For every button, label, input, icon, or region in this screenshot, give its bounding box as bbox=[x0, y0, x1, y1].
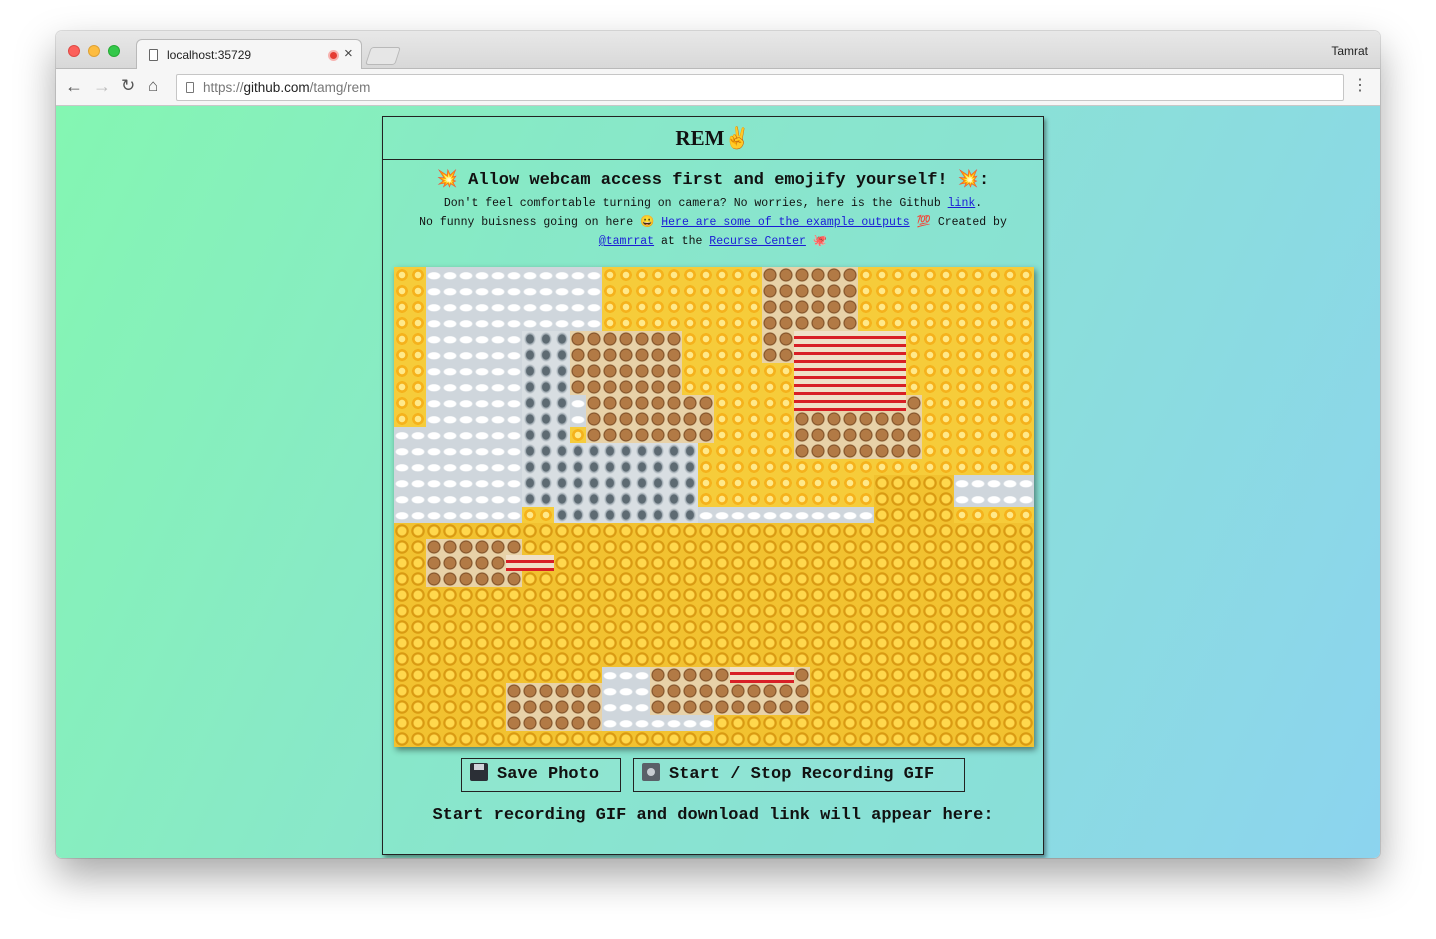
page-title: REM✌ bbox=[383, 117, 1043, 160]
heading-text: Allow webcam access first and emojify yo… bbox=[468, 171, 948, 190]
github-link[interactable]: link bbox=[948, 197, 976, 210]
back-arrow-icon[interactable]: ← bbox=[65, 76, 83, 96]
laughing-emoji-region bbox=[874, 475, 954, 523]
page-viewport: REM✌ 💥 Allow webcam access first and emo… bbox=[56, 106, 1380, 858]
hundred-emoji-region bbox=[506, 555, 554, 571]
tab-close-icon[interactable]: × bbox=[344, 45, 353, 62]
victory-hand-icon: ✌ bbox=[724, 126, 751, 150]
reload-icon[interactable]: ↻ bbox=[121, 76, 135, 96]
record-gif-button[interactable]: Start / Stop Recording GIF bbox=[633, 758, 965, 792]
app-container: REM✌ 💥 Allow webcam access first and emo… bbox=[382, 116, 1044, 855]
save-photo-label: Save Photo bbox=[497, 765, 600, 784]
author-link[interactable]: @tamrrat bbox=[599, 235, 654, 248]
url-host: github.com bbox=[243, 80, 310, 95]
line1-period: . bbox=[975, 197, 983, 210]
url-text[interactable]: https://github.com/tamg/rem bbox=[203, 80, 370, 95]
forward-arrow-icon[interactable]: → bbox=[93, 76, 111, 96]
browser-tab[interactable]: localhost:35729 × bbox=[136, 39, 362, 70]
collision-icon: 💥 bbox=[957, 171, 980, 190]
at-the-text: at the bbox=[660, 235, 703, 248]
record-gif-label: Start / Stop Recording GIF bbox=[669, 765, 935, 784]
address-bar[interactable]: https://github.com/tamg/rem bbox=[176, 74, 1344, 101]
description-line2: No funny buisness going on here bbox=[419, 216, 634, 229]
video-camera-icon bbox=[642, 763, 660, 781]
close-window-button[interactable] bbox=[68, 45, 80, 57]
hundred-emoji-region bbox=[794, 331, 906, 411]
minimize-window-button[interactable] bbox=[88, 45, 100, 57]
tab-title: localhost:35729 bbox=[167, 48, 252, 62]
action-buttons: Save Photo Start / Stop Recording GIF bbox=[383, 758, 1043, 792]
title-bar: localhost:35729 × Tamrat bbox=[56, 31, 1380, 70]
example-outputs-link[interactable]: Here are some of the example outputs bbox=[661, 216, 909, 229]
home-icon[interactable]: ⌂ bbox=[148, 76, 158, 96]
recording-indicator-icon bbox=[328, 50, 339, 61]
page-icon bbox=[149, 49, 158, 61]
monkey-emoji-region bbox=[586, 395, 714, 443]
menu-icon[interactable]: ⋮ bbox=[1352, 77, 1368, 95]
cloud-emoji-region bbox=[954, 475, 1034, 507]
hundred-points-icon: 💯 bbox=[916, 216, 931, 229]
url-scheme: https:// bbox=[203, 80, 244, 95]
url-path: /tamg/rem bbox=[309, 80, 371, 95]
page-icon bbox=[186, 82, 194, 93]
profile-name[interactable]: Tamrat bbox=[1331, 44, 1368, 58]
floppy-disk-icon bbox=[470, 763, 488, 781]
description-text: Don't feel comfortable turning on camera… bbox=[383, 194, 1043, 251]
cloud-emoji-region bbox=[394, 427, 522, 523]
browser-window: localhost:35729 × Tamrat ← → ↻ ⌂ https:/… bbox=[56, 31, 1380, 858]
new-tab-button[interactable] bbox=[365, 47, 401, 65]
emoji-canvas bbox=[394, 267, 1034, 747]
created-by-text: Created by bbox=[937, 216, 1007, 229]
gif-status-text: Start recording GIF and download link wi… bbox=[432, 806, 994, 825]
octopus-icon: 🐙 bbox=[812, 235, 828, 248]
monkey-emoji-region bbox=[506, 683, 602, 731]
main-heading: 💥 Allow webcam access first and emojify … bbox=[383, 170, 1043, 192]
collision-icon: 💥 bbox=[436, 171, 458, 190]
recurse-center-link[interactable]: Recurse Center bbox=[709, 235, 806, 248]
monkey-emoji-region bbox=[570, 331, 682, 395]
heading-colon: : bbox=[979, 171, 990, 190]
hundred-emoji-region bbox=[730, 667, 794, 683]
browser-toolbar: ← → ↻ ⌂ https://github.com/tamg/rem ⋮ bbox=[56, 69, 1380, 106]
maximize-window-button[interactable] bbox=[108, 45, 120, 57]
smiley-icon: 😀 bbox=[640, 216, 655, 229]
save-photo-button[interactable]: Save Photo bbox=[461, 758, 621, 792]
title-text: REM bbox=[675, 126, 725, 150]
description-line1: Don't feel comfortable turning on camera… bbox=[443, 197, 941, 210]
intro-section: 💥 Allow webcam access first and emojify … bbox=[383, 170, 1043, 251]
